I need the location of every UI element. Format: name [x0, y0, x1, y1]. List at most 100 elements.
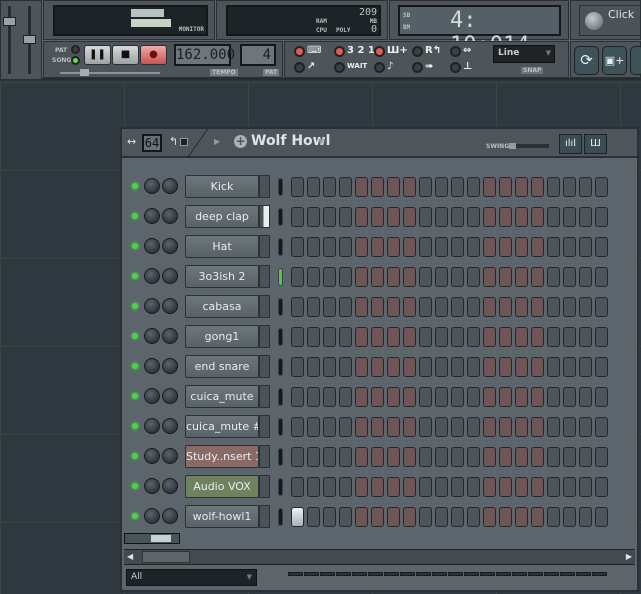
step-button[interactable]	[595, 387, 608, 407]
channel-activity-indicator[interactable]	[278, 448, 283, 466]
channel-zoom-slider[interactable]	[124, 533, 180, 544]
joystick-toggle[interactable]	[450, 62, 461, 73]
channel-mute-led[interactable]	[132, 213, 138, 219]
step-button[interactable]	[563, 177, 576, 197]
step-button[interactable]	[499, 357, 512, 377]
step-button[interactable]	[579, 477, 592, 497]
step-button[interactable]	[451, 507, 464, 527]
step-button[interactable]	[291, 207, 304, 227]
step-button[interactable]	[435, 357, 448, 377]
step-button[interactable]	[419, 297, 432, 317]
master-volume-slider[interactable]	[3, 17, 16, 26]
step-button[interactable]	[307, 417, 320, 437]
step-button[interactable]	[371, 207, 384, 227]
channel-select-bar[interactable]	[259, 505, 270, 528]
channel-pan-knob[interactable]	[144, 418, 160, 434]
step-button[interactable]	[371, 297, 384, 317]
step-button[interactable]	[419, 417, 432, 437]
step-button[interactable]	[371, 267, 384, 287]
step-button[interactable]	[499, 417, 512, 437]
step-button[interactable]	[579, 447, 592, 467]
step-button[interactable]	[467, 387, 480, 407]
step-button[interactable]	[547, 327, 560, 347]
step-button[interactable]	[467, 297, 480, 317]
typing-keyboard-toggle[interactable]	[294, 46, 305, 57]
step-button[interactable]	[451, 237, 464, 257]
step-button[interactable]	[387, 507, 400, 527]
step-button[interactable]	[579, 507, 592, 527]
step-button[interactable]	[339, 417, 352, 437]
channel-filter-select[interactable]: All ▼	[126, 569, 257, 586]
step-button[interactable]	[531, 357, 544, 377]
channel-activity-indicator[interactable]	[278, 268, 283, 286]
step-button[interactable]	[451, 417, 464, 437]
step-button[interactable]	[419, 477, 432, 497]
step-button[interactable]	[371, 357, 384, 377]
channel-name-button[interactable]: wolf-howl1	[185, 505, 259, 528]
channel-name-button[interactable]: Study..nsert 14	[185, 445, 259, 468]
step-button[interactable]	[483, 447, 496, 467]
step-button[interactable]	[563, 237, 576, 257]
close-icon[interactable]	[180, 138, 188, 146]
step-button[interactable]	[387, 297, 400, 317]
step-button[interactable]	[435, 267, 448, 287]
step-button[interactable]	[291, 417, 304, 437]
channel-name-button[interactable]: deep clap	[185, 205, 259, 228]
step-button[interactable]	[515, 207, 528, 227]
step-button[interactable]	[499, 477, 512, 497]
channel-pan-knob[interactable]	[144, 478, 160, 494]
step-button[interactable]	[435, 387, 448, 407]
step-button[interactable]	[531, 177, 544, 197]
step-button[interactable]	[595, 207, 608, 227]
step-button[interactable]	[467, 417, 480, 437]
step-button[interactable]	[483, 417, 496, 437]
step-button[interactable]	[339, 507, 352, 527]
step-button[interactable]	[307, 177, 320, 197]
step-button[interactable]	[483, 297, 496, 317]
step-button[interactable]	[403, 477, 416, 497]
step-button[interactable]	[579, 417, 592, 437]
step-button[interactable]	[579, 297, 592, 317]
step-button[interactable]	[547, 267, 560, 287]
step-button[interactable]	[579, 237, 592, 257]
step-button[interactable]	[563, 297, 576, 317]
step-button[interactable]	[499, 207, 512, 227]
step-button[interactable]	[419, 207, 432, 227]
add-pattern-icon[interactable]: +	[234, 135, 247, 148]
step-button[interactable]	[531, 237, 544, 257]
snap-select[interactable]: Line ▼	[493, 45, 555, 63]
step-button[interactable]	[291, 447, 304, 467]
step-button[interactable]	[419, 447, 432, 467]
step-button[interactable]	[387, 207, 400, 227]
more-button[interactable]	[630, 46, 641, 75]
channel-pan-knob[interactable]	[144, 238, 160, 254]
step-button[interactable]	[291, 477, 304, 497]
step-button[interactable]	[515, 357, 528, 377]
step-button[interactable]	[403, 267, 416, 287]
step-button[interactable]	[595, 327, 608, 347]
step-button[interactable]	[547, 477, 560, 497]
zoom-display[interactable]: 64	[142, 134, 162, 152]
step-button[interactable]	[595, 267, 608, 287]
step-button[interactable]	[467, 327, 480, 347]
step-button[interactable]	[563, 327, 576, 347]
step-button[interactable]	[483, 477, 496, 497]
step-button[interactable]	[531, 447, 544, 467]
step-button[interactable]	[419, 387, 432, 407]
step-button[interactable]	[595, 177, 608, 197]
step-button[interactable]	[499, 507, 512, 527]
step-button[interactable]	[403, 507, 416, 527]
step-button[interactable]	[339, 207, 352, 227]
channel-mute-led[interactable]	[132, 243, 138, 249]
step-button[interactable]	[547, 417, 560, 437]
step-button[interactable]	[499, 297, 512, 317]
step-button[interactable]	[371, 447, 384, 467]
channel-select-bar[interactable]	[259, 415, 270, 438]
channel-activity-indicator[interactable]	[278, 478, 283, 496]
step-button[interactable]	[323, 177, 336, 197]
channel-mute-led[interactable]	[132, 273, 138, 279]
step-button[interactable]	[435, 477, 448, 497]
step-button[interactable]	[323, 237, 336, 257]
scroll-toggle[interactable]	[412, 62, 423, 73]
step-button[interactable]	[291, 237, 304, 257]
